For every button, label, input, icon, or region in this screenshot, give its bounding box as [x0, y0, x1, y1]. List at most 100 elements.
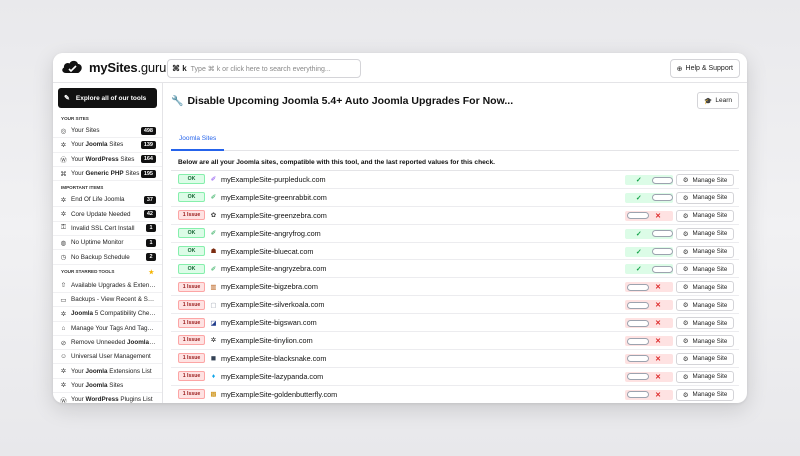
status-badge: 1 Issue	[178, 299, 205, 310]
site-name[interactable]: myExampleSite-angryzebra.com	[221, 264, 326, 273]
tab-joomla-sites[interactable]: Joomla Sites	[171, 127, 225, 151]
manage-site-button[interactable]: ⚙ Manage Site	[676, 388, 734, 401]
toggle-switch[interactable]	[627, 283, 649, 291]
site-favicon-icon: ♦	[211, 372, 216, 380]
section-title: Important Items	[61, 185, 104, 191]
manage-site-label: Manage Site	[692, 301, 728, 309]
manage-icon: ⚙	[682, 177, 689, 184]
site-name[interactable]: myExampleSite-tinylion.com	[221, 336, 313, 345]
sidebar-item[interactable]: ◷ No Backup Schedule 2	[53, 250, 162, 265]
help-support-button[interactable]: ⊕ Help & Support	[669, 59, 740, 78]
toggle-switch[interactable]	[627, 391, 649, 399]
manage-site-button[interactable]: ⚙ Manage Site	[676, 352, 734, 365]
toggle-switch[interactable]	[627, 301, 649, 309]
sidebar-item[interactable]: ⊘ Remove Unneeded Joomla C...	[53, 336, 162, 351]
sidebar-item[interactable]: ⌘ Your Generic PHP Sites 195	[53, 167, 162, 182]
toggle-switch[interactable]	[627, 337, 649, 345]
count-badge: 164	[140, 155, 156, 164]
label-part: Remove Unneeded	[71, 339, 128, 346]
graduation-cap-icon: 🎓	[704, 97, 713, 105]
toggle-switch[interactable]	[651, 230, 673, 238]
site-name[interactable]: myExampleSite-greenrabbit.com	[221, 193, 327, 202]
sidebar-item[interactable]: ✲ Your Joomla Extensions List	[53, 364, 162, 379]
check-icon: ✓	[635, 248, 642, 256]
sidebar-item[interactable]: ✲ Your Joomla Sites 139	[53, 138, 162, 153]
site-name[interactable]: myExampleSite-blacksnake.com	[221, 354, 326, 363]
learn-button[interactable]: 🎓 Learn	[697, 92, 739, 109]
site-name[interactable]: myExampleSite-bigswan.com	[221, 318, 317, 327]
toggle-switch[interactable]	[651, 265, 673, 273]
value-indicator: ✕	[625, 389, 673, 400]
star-icon[interactable]: ★	[149, 269, 154, 276]
toggle-switch[interactable]	[627, 319, 649, 327]
count-badge: 42	[143, 210, 156, 219]
toggle-switch[interactable]	[651, 248, 673, 256]
sidebar-item[interactable]: ⇧ Available Upgrades & Extensi...	[53, 279, 162, 293]
search-input[interactable]: ⌘ k Type ⌘ k or click here to search eve…	[167, 59, 361, 78]
manage-site-label: Manage Site	[692, 355, 728, 363]
sidebar-item[interactable]: ✲ Joomla 5 Compatibility Chec...	[53, 307, 162, 322]
sidebar-item[interactable]: Ⓦ Your WordPress Plugins List	[53, 393, 162, 403]
sidebar-item[interactable]: Ⓦ Your WordPress Sites 164	[53, 153, 162, 167]
label-bold: Joomla	[127, 339, 150, 346]
manage-site-button[interactable]: ⚙ Manage Site	[676, 370, 734, 383]
sidebar-item[interactable]: ⚿ Invalid SSL Cert Install 1	[53, 222, 162, 237]
label-bold: Joomla	[71, 310, 94, 318]
sidebar-item[interactable]: ✲ Your Joomla Sites	[53, 379, 162, 394]
brand-name: mySites.guru	[89, 59, 167, 75]
label-part: Available Upgrades & Extensi...	[71, 281, 156, 289]
toggle-switch[interactable]	[627, 212, 649, 220]
table-row: 1 Issue ◼ myExampleSite-blacksnake.com ✕ ⚙ Ma…	[171, 350, 739, 368]
sidebar-section-heading: Important Items	[53, 181, 162, 193]
sidebar-item[interactable]: ◎ Your Sites 498	[53, 124, 162, 139]
site-name[interactable]: myExampleSite-goldenbutterfly.com	[221, 390, 337, 399]
manage-site-button[interactable]: ⚙ Manage Site	[676, 245, 734, 258]
site-name[interactable]: myExampleSite-angryfrog.com	[221, 229, 321, 238]
site-name[interactable]: myExampleSite-silverkoala.com	[221, 300, 324, 309]
manage-site-button[interactable]: ⚙ Manage Site	[676, 299, 734, 312]
manage-icon: ⚙	[682, 373, 689, 381]
lifebuoy-icon: ⊕	[676, 65, 683, 73]
status-badge: OK	[178, 228, 205, 239]
manage-site-button[interactable]: ⚙ Manage Site	[676, 281, 734, 294]
manage-site-button[interactable]: ⚙ Manage Site	[676, 317, 734, 330]
sidebar-item[interactable]: ▭ Backups - View Recent & Set...	[53, 293, 162, 308]
status-badge: 1 Issue	[178, 317, 205, 328]
sidebar-item[interactable]: ✲ Core Update Needed 42	[53, 207, 162, 222]
toggle-switch[interactable]	[651, 194, 673, 202]
manage-site-button[interactable]: ⚙ Manage Site	[676, 174, 734, 186]
site-name[interactable]: myExampleSite-purpleduck.com	[221, 175, 326, 184]
manage-icon: ⚙	[682, 338, 689, 346]
label-part: 5 Compatibility Chec...	[93, 310, 156, 318]
label-part: End Of Life Joomla	[71, 196, 125, 204]
status-badge: 1 Issue	[178, 353, 205, 364]
logo[interactable]: mySites.guru	[61, 59, 166, 75]
status-badge: 1 Issue	[178, 281, 205, 292]
site-name[interactable]: myExampleSite-bluecat.com	[221, 247, 313, 256]
manage-site-button[interactable]: ⚙ Manage Site	[676, 209, 734, 222]
manage-site-button[interactable]: ⚙ Manage Site	[676, 227, 734, 240]
value-indicator: ✓	[625, 175, 673, 185]
site-name[interactable]: myExampleSite-greenzebra.com	[221, 211, 327, 220]
manage-site-label: Manage Site	[692, 230, 728, 238]
status-badge: 1 Issue	[178, 335, 205, 346]
site-name[interactable]: myExampleSite-lazypanda.com	[221, 372, 323, 381]
manage-site-button[interactable]: ⚙ Manage Site	[676, 335, 734, 348]
manage-site-button[interactable]: ⚙ Manage Site	[676, 263, 734, 276]
explore-tools-button[interactable]: ✎ Explore all of our tools	[58, 88, 157, 108]
sidebar-item-label: Your Joomla Sites	[71, 141, 141, 148]
sidebar-item[interactable]: ☺ Universal User Management	[53, 350, 162, 365]
manage-site-button[interactable]: ⚙ Manage Site	[676, 191, 734, 204]
manage-icon: ⚙	[682, 391, 689, 399]
table-row: OK ✐ myExampleSite-greenrabbit.com ✓ ⚙ Manage…	[171, 189, 739, 207]
toggle-switch[interactable]	[627, 355, 649, 363]
status-badge: OK	[178, 246, 205, 256]
sidebar-item-label: Joomla 5 Compatibility Chec...	[71, 310, 156, 317]
sidebar-item[interactable]: ✲ End Of Life Joomla 37	[53, 193, 162, 208]
sidebar-item[interactable]: ⌂ Manage Your Tags And Taggi...	[53, 322, 162, 336]
toggle-switch[interactable]	[651, 176, 673, 184]
sidebar-item[interactable]: ◍ No Uptime Monitor 1	[53, 236, 162, 251]
manage-icon: ⚙	[682, 302, 689, 310]
site-name[interactable]: myExampleSite-bigzebra.com	[221, 282, 318, 291]
toggle-switch[interactable]	[627, 373, 649, 381]
